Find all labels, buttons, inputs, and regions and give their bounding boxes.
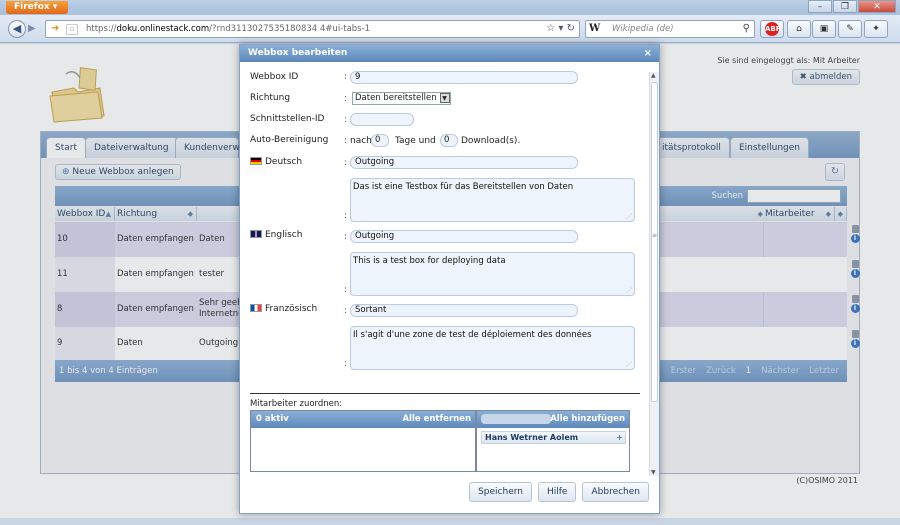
home-arrow-icon: ➜ [51,23,60,34]
label-franzoesisch: Französisch [250,304,317,314]
edit-webbox-dialog: Webbox bearbeiten × ▲ ≡ ▼ Webbox ID : 9 … [239,44,660,514]
available-search-input[interactable] [481,414,551,424]
close-icon[interactable]: × [644,45,652,62]
minimize-button[interactable]: – [808,0,832,13]
franzoesisch-title-field[interactable]: Sortant [350,304,578,317]
available-list-header: Alle hinzufügen [477,411,629,428]
label-deutsch: Deutsch [250,157,302,167]
close-window-button[interactable]: ✕ [858,0,896,13]
resize-handle-icon: ⋰ [626,361,632,368]
divider [250,393,640,394]
dialog-scrollbar[interactable]: ▲ ≡ ▼ [649,72,659,476]
active-count: 0 aktiv [256,414,289,424]
search-bar[interactable]: W Wikipedia (de) ⚲ [585,20,755,38]
englisch-title-field[interactable]: Outgoing [350,230,578,243]
wikipedia-icon: W [589,23,601,34]
richtung-select[interactable]: Daten bereitstellen ▼ [352,92,451,105]
englisch-text-area[interactable]: This is a test box for deploying data ⋰ [350,252,635,296]
schnittstellen-id-field[interactable] [350,113,414,126]
label-schnittstellen-id: Schnittstellen-ID [250,114,325,124]
scroll-down-icon: ▼ [651,469,656,476]
available-list[interactable]: Alle hinzufügen Hans Wetrner Aolem + [476,410,630,472]
save-button[interactable]: Speichern [469,482,532,502]
chevron-down-icon: ▼ [439,93,450,103]
list-item[interactable]: Hans Wetrner Aolem + [481,431,626,444]
auto-mid-text: Tage und [395,136,436,146]
assign-label: Mitarbeiter zuordnen: [250,399,343,409]
german-flag-icon [250,157,262,165]
favicon-icon: ▫ [66,24,78,35]
addon-icon[interactable]: ✦ [864,20,888,38]
label-webbox-id: Webbox ID [250,72,299,82]
deutsch-title-field[interactable]: Outgoing [350,156,578,169]
firefox-menu-button[interactable]: Firefox ▾ [6,1,68,14]
resize-handle-icon: ⋰ [626,287,632,294]
resize-handle-icon: ⋰ [626,213,632,220]
dialog-title: Webbox bearbeiten × [240,45,659,62]
search-placeholder: Wikipedia (de) [612,24,674,34]
days-input[interactable]: 0 [371,134,389,147]
browser-titlebar: Firefox ▾ – ❐ ✕ [0,0,900,15]
bookmark-star-icon[interactable]: ☆ ▾ ↻ [546,23,575,34]
add-all-button[interactable]: Alle hinzufügen [550,411,625,428]
label-auto-bereinigung: Auto-Bereinigung [250,135,329,145]
remove-all-button[interactable]: Alle entfernen [402,411,471,428]
browser-toolbar: ◀ ▶ ➜ ▫ https://doku.onlinestack.com/?rn… [0,15,900,43]
assigned-list[interactable]: 0 aktiv Alle entfernen [250,410,476,472]
scroll-up-icon: ▲ [651,72,656,79]
deutsch-text-area[interactable]: Das ist eine Testbox für das Bereitstell… [350,178,635,222]
label-englisch: Englisch [250,230,302,240]
cancel-button[interactable]: Abbrechen [582,482,649,502]
search-icon[interactable]: ⚲ [743,23,750,34]
maximize-button[interactable]: ❐ [833,0,857,13]
uk-flag-icon [250,230,262,238]
dialog-buttons: Speichern Hilfe Abbrechen [463,482,649,502]
window-controls: – ❐ ✕ [807,0,896,13]
firefox-label: Firefox [14,2,50,12]
forward-button[interactable]: ▶ [28,23,36,34]
adblock-icon[interactable]: ABP [760,20,784,38]
help-button[interactable]: Hilfe [538,482,577,502]
pen-icon[interactable]: ✎ [838,20,862,38]
auto-prefix-text: nach [350,136,372,146]
url-bar[interactable]: ➜ ▫ https://doku.onlinestack.com/?rnd311… [45,20,580,38]
sidebar-icon[interactable]: ▣ [812,20,836,38]
status-strip [0,518,900,525]
plus-icon: + [616,433,623,442]
home-icon[interactable]: ⌂ [787,20,811,38]
label-richtung: Richtung [250,93,291,103]
french-flag-icon [250,304,262,312]
auto-suffix-text: Download(s). [461,136,521,146]
webbox-id-field[interactable]: 9 [350,71,578,84]
assigned-list-header: 0 aktiv Alle entfernen [251,411,475,428]
franzoesisch-text-area[interactable]: Il s'agit d'une zone de test de déploiem… [350,326,635,370]
url-text: https://doku.onlinestack.com/?rnd3113027… [86,24,371,34]
downloads-input[interactable]: 0 [440,134,458,147]
back-button[interactable]: ◀ [8,20,26,38]
